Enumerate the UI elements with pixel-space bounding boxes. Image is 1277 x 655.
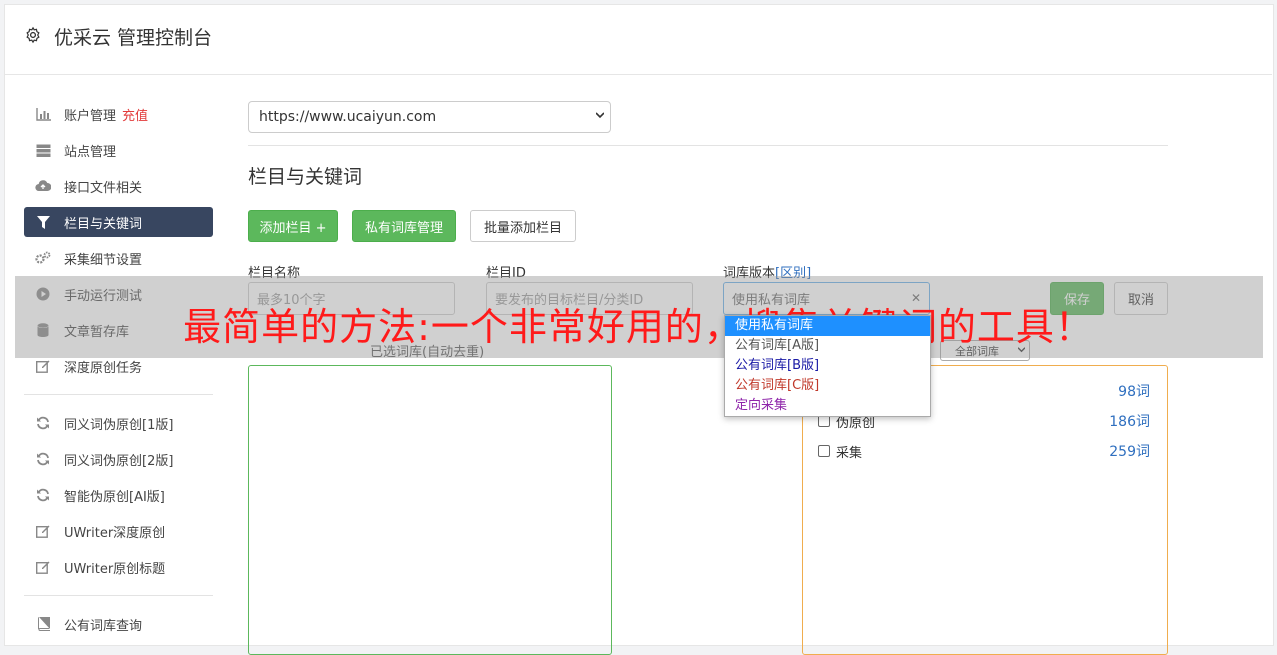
sidebar-item-label: 账户管理 — [64, 108, 117, 124]
overlay-text: 最简单的方法:一个非常好用的，搜集关键词的工具！ — [183, 305, 1094, 349]
edit-icon — [35, 559, 51, 575]
chevron-down-icon — [596, 112, 604, 119]
sidebar-item-label: 同义词伪原创[2版] — [64, 453, 174, 469]
site-select[interactable]: https://www.ucaiyun.com — [248, 101, 611, 133]
recharge-link[interactable]: 充值 — [122, 105, 148, 124]
dropdown-option[interactable]: 定向采集 — [725, 396, 930, 416]
lib-count: 98词 — [1118, 384, 1150, 400]
edit-icon — [35, 523, 51, 539]
site-select-value: https://www.ucaiyun.com — [259, 109, 437, 125]
sidebar-item-label: 公有词库查询 — [64, 618, 143, 634]
refresh-icon — [35, 415, 51, 431]
lib-row[interactable]: 采集 259词 — [818, 441, 1150, 461]
sidebar-item-label: 同义词伪原创[1版] — [64, 417, 174, 433]
sidebar-divider — [24, 394, 213, 395]
add-column-button[interactable]: 添加栏目 + — [248, 210, 338, 242]
sidebar-item-columns-keywords[interactable]: 栏目与关键词 — [24, 207, 213, 237]
refresh-icon — [35, 451, 51, 467]
dropdown-option[interactable]: 公有词库[A版] — [725, 336, 930, 356]
sidebar-item-api-files[interactable]: 接口文件相关 — [24, 171, 213, 201]
selected-libs-box[interactable] — [248, 365, 612, 655]
divider — [248, 145, 1168, 146]
sidebar-item-label: UWriter深度原创 — [64, 525, 166, 541]
server-icon — [35, 142, 51, 158]
sidebar-item-label: 深度原创任务 — [64, 360, 143, 376]
sidebar-item-uwriter-deep[interactable]: UWriter深度原创 — [24, 516, 213, 546]
batch-add-column-button[interactable]: 批量添加栏目 — [470, 210, 576, 242]
lib-count: 259词 — [1109, 444, 1150, 460]
dropdown-option[interactable]: 公有词库[C版] — [725, 376, 930, 396]
gears-icon — [35, 250, 51, 266]
sidebar-item-label: 接口文件相关 — [64, 180, 143, 196]
gear-icon — [26, 26, 40, 44]
sidebar-item-ai-rewrite[interactable]: 智能伪原创[AI版] — [24, 480, 213, 510]
sidebar-item-account[interactable]: 账户管理 充值 — [24, 99, 213, 129]
sidebar-item-collect-settings[interactable]: 采集细节设置 — [24, 243, 213, 273]
sidebar-item-public-lib-query[interactable]: 公有词库查询 — [24, 609, 213, 639]
lib-count: 186词 — [1109, 414, 1150, 430]
sidebar-item-label: 智能伪原创[AI版] — [64, 489, 165, 505]
private-lib-button[interactable]: 私有词库管理 — [352, 210, 456, 242]
refresh-icon — [35, 487, 51, 503]
cloud-upload-icon — [35, 178, 51, 194]
dropdown-option[interactable]: 使用私有词库 — [725, 316, 930, 336]
bar-chart-icon — [35, 106, 51, 122]
lib-version-dropdown[interactable]: 使用私有词库 公有词库[A版] 公有词库[B版] 公有词库[C版] 定向采集 — [724, 315, 931, 417]
sidebar-item-label: 采集细节设置 — [64, 252, 143, 268]
sidebar-item-synonym-v2[interactable]: 同义词伪原创[2版] — [24, 444, 213, 474]
lib-name: 采集 — [836, 445, 863, 461]
page-header: 优采云 管理控制台 — [4, 4, 1272, 75]
lib-checkbox[interactable] — [818, 445, 830, 457]
dropdown-option[interactable]: 公有词库[B版] — [725, 356, 930, 376]
book-icon — [35, 616, 51, 632]
edit-icon — [35, 358, 51, 374]
sidebar-divider — [24, 595, 213, 596]
sidebar-item-label: 栏目与关键词 — [64, 216, 143, 232]
section-title: 栏目与关键词 — [248, 166, 363, 188]
sidebar-item-label: 站点管理 — [64, 144, 117, 160]
filter-icon — [35, 214, 51, 230]
page-title: 优采云 管理控制台 — [54, 27, 213, 49]
sidebar-item-sites[interactable]: 站点管理 — [24, 135, 213, 165]
sidebar-item-uwriter-title[interactable]: UWriter原创标题 — [24, 552, 213, 582]
sidebar-item-synonym-v1[interactable]: 同义词伪原创[1版] — [24, 408, 213, 438]
sidebar-item-label: UWriter原创标题 — [64, 561, 166, 577]
